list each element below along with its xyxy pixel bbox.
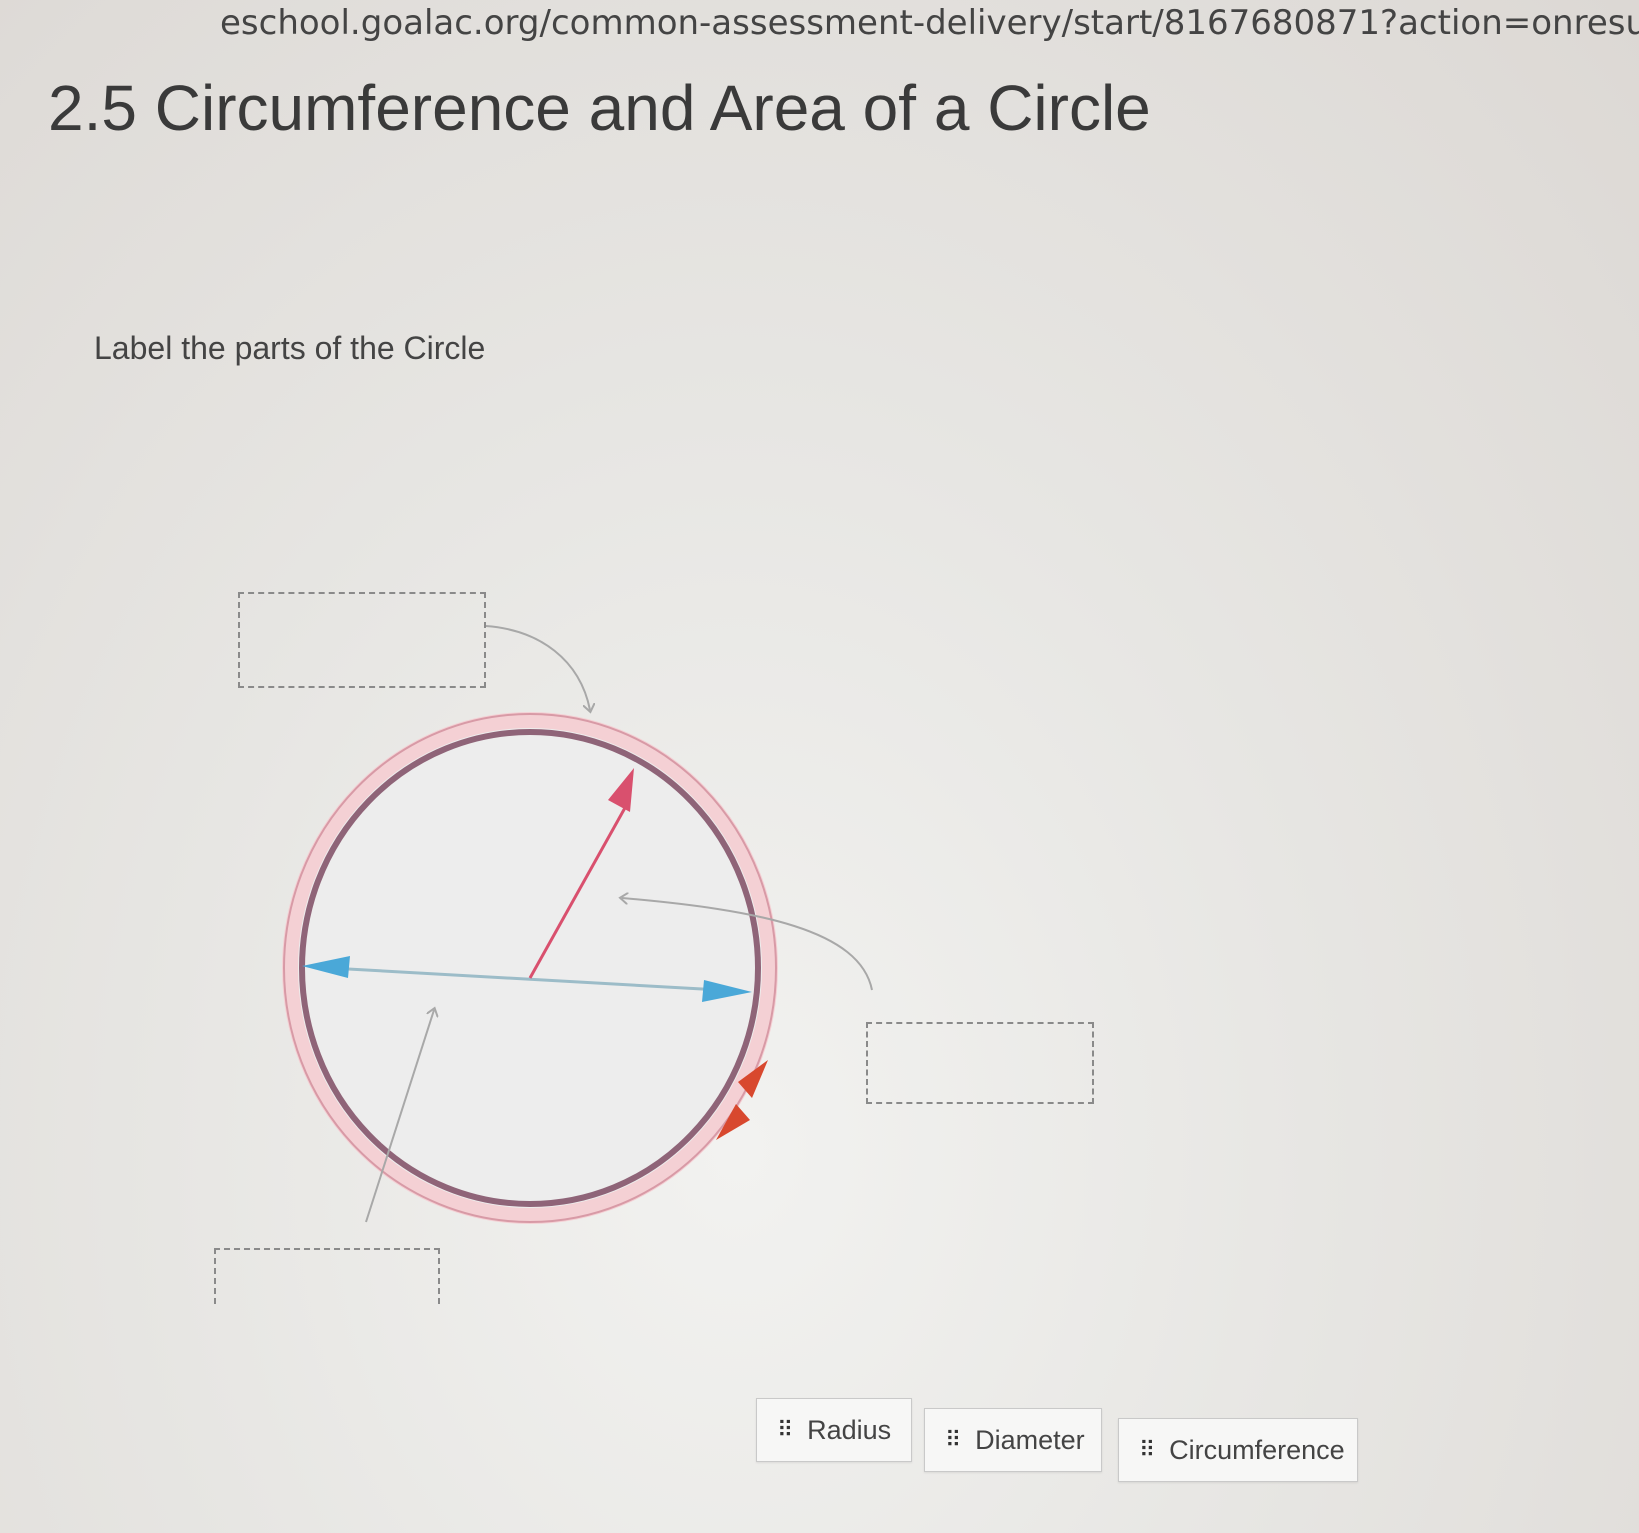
- pointer-top: [485, 625, 590, 710]
- drag-handle-icon: ⠿: [1139, 1437, 1155, 1463]
- chip-label: Radius: [807, 1414, 892, 1445]
- label-chip-circumference[interactable]: ⠿ Circumference: [1118, 1418, 1358, 1482]
- drop-zone-bottom[interactable]: [214, 1248, 440, 1304]
- label-chip-radius[interactable]: ⠿ Radius: [756, 1398, 912, 1462]
- drop-zone-top[interactable]: [238, 592, 486, 688]
- drag-handle-icon: ⠿: [945, 1427, 961, 1453]
- circumference-band: [282, 712, 778, 1224]
- chip-label: Diameter: [975, 1424, 1085, 1455]
- label-chip-diameter[interactable]: ⠿ Diameter: [924, 1408, 1102, 1472]
- drop-zone-right[interactable]: [866, 1022, 1094, 1104]
- chip-label: Circumference: [1169, 1434, 1345, 1465]
- drag-handle-icon: ⠿: [777, 1417, 793, 1443]
